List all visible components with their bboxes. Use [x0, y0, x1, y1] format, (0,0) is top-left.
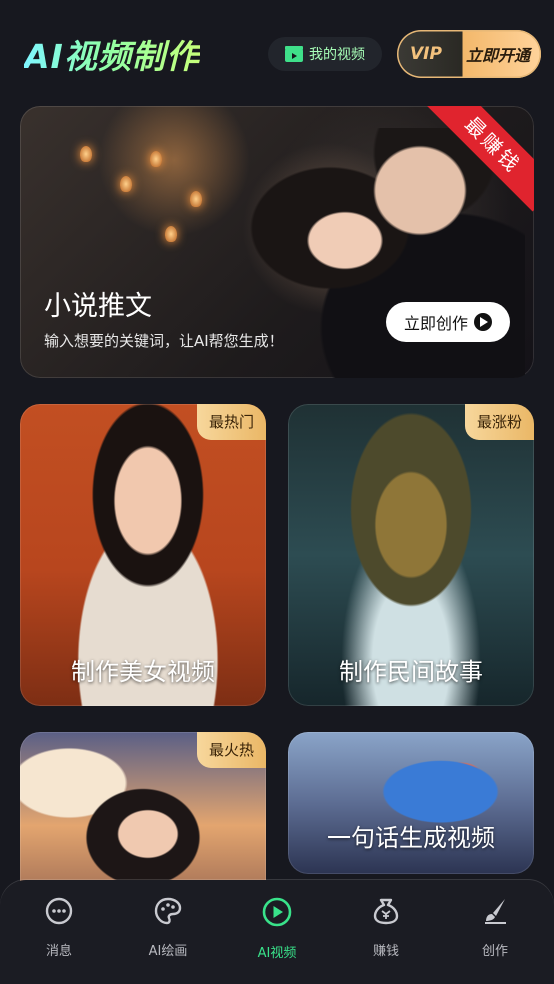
tab-messages[interactable]: 消息 [4, 896, 114, 976]
tab-label: 赚钱 [372, 944, 399, 959]
message-icon [45, 897, 73, 925]
tab-ai-painting[interactable]: AI绘画 [113, 896, 223, 976]
card-badge: 最热门 [196, 404, 266, 440]
create-now-button[interactable]: 立即创作 [386, 302, 510, 342]
card-title: 制作美女视频 [71, 658, 215, 686]
folk-story-card[interactable]: 最涨粉 制作民间故事 [288, 404, 534, 706]
lamp-decoration [120, 176, 132, 192]
trending-card[interactable]: 最火热 [20, 732, 266, 902]
clapperboard-icon [285, 46, 303, 62]
novel-promo-card[interactable]: 最赚钱 小说推文 输入想要的关键词，让AI帮您生成！ 立即创作 [20, 106, 534, 378]
beauty-video-card[interactable]: 最热门 制作美女视频 [20, 404, 266, 706]
text-to-video-card[interactable]: 一句话生成视频 [288, 732, 534, 874]
tab-label: 消息 [45, 944, 72, 959]
create-now-label: 立即创作 [403, 314, 468, 333]
my-video-label: 我的视频 [309, 47, 365, 63]
bottom-tab-bar: 消息 AI绘画 AI视频 赚钱 创作 [0, 880, 554, 984]
my-video-button[interactable]: 我的视频 [268, 37, 382, 71]
vip-open-label: 立即开通 [465, 46, 530, 65]
hero-subtitle: 输入想要的关键词，让AI帮您生成！ [44, 332, 284, 350]
tab-earn[interactable]: 赚钱 [331, 896, 441, 976]
card-badge: 最涨粉 [464, 404, 534, 440]
lamp-decoration [150, 151, 162, 167]
card-title: 一句话生成视频 [327, 824, 495, 852]
vip-tag: VIP [410, 44, 442, 64]
card-badge: 最火热 [196, 732, 266, 768]
tab-label: 创作 [481, 944, 508, 959]
lamp-decoration [190, 191, 202, 207]
lamp-decoration [165, 226, 177, 242]
money-bag-icon [373, 898, 399, 925]
vip-open-button[interactable]: VIP 立即开通 [397, 30, 541, 78]
tab-label: AI绘画 [148, 944, 188, 959]
lamp-decoration [80, 146, 92, 162]
tab-label: AI视频 [257, 946, 297, 961]
tab-ai-video[interactable]: AI视频 [222, 896, 332, 976]
header: AI视频制作 我的视频 VIP 立即开通 [0, 0, 554, 104]
hero-title: 小说推文 [44, 291, 152, 322]
play-icon [474, 313, 492, 331]
app-title: AI视频制作 [24, 30, 200, 78]
card-title: 制作民间故事 [339, 658, 483, 686]
palette-icon [154, 897, 182, 925]
play-icon [262, 897, 292, 927]
brush-icon [485, 899, 506, 924]
tab-create[interactable]: 创作 [440, 896, 550, 976]
